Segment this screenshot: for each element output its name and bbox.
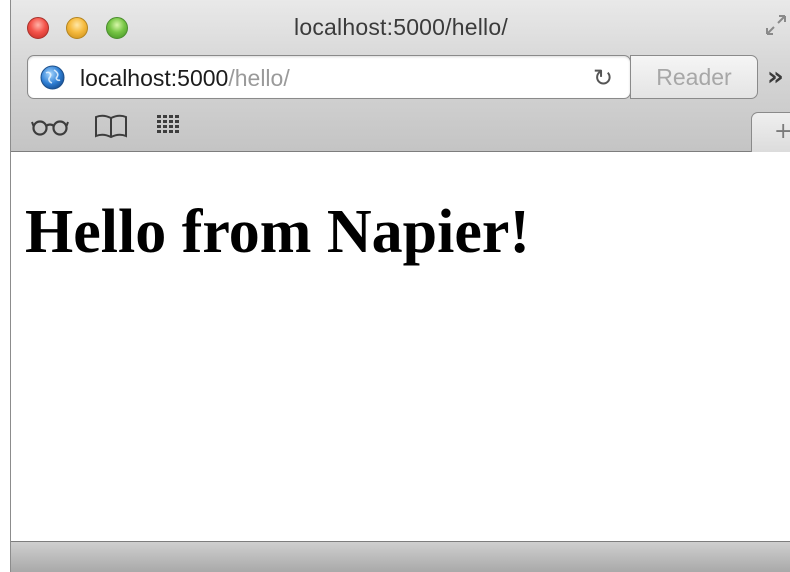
url-text[interactable]: localhost:5000/hello/ [80, 65, 290, 92]
page-heading: Hello from Napier! [25, 198, 531, 266]
title-bar: localhost:5000/hello/ [11, 0, 790, 52]
url-path: /hello/ [228, 65, 290, 91]
globe-icon [40, 65, 65, 90]
url-host: localhost:5000 [80, 65, 229, 91]
reading-list-icon[interactable] [31, 114, 69, 138]
address-bar[interactable]: localhost:5000/hello/ ↻ [27, 55, 631, 99]
reload-icon[interactable]: ↻ [593, 64, 613, 92]
toolbar-overflow-icon[interactable]: » [767, 62, 784, 92]
bookmarks-icon[interactable] [93, 112, 129, 140]
browser-chrome: localhost:5000/hello/ localhost:5000/hel [11, 0, 790, 152]
browser-window: localhost:5000/hello/ localhost:5000/hel [10, 0, 790, 572]
new-tab-button[interactable]: + [751, 112, 790, 152]
top-sites-icon[interactable] [156, 114, 182, 136]
bookmarks-bar [11, 104, 790, 152]
reader-button[interactable]: Reader [630, 55, 758, 99]
page-content: Hello from Napier! [11, 153, 790, 541]
status-bar [11, 541, 790, 572]
window-title: localhost:5000/hello/ [294, 14, 508, 40]
fullscreen-icon[interactable] [763, 12, 789, 38]
plus-icon: + [774, 119, 790, 144]
